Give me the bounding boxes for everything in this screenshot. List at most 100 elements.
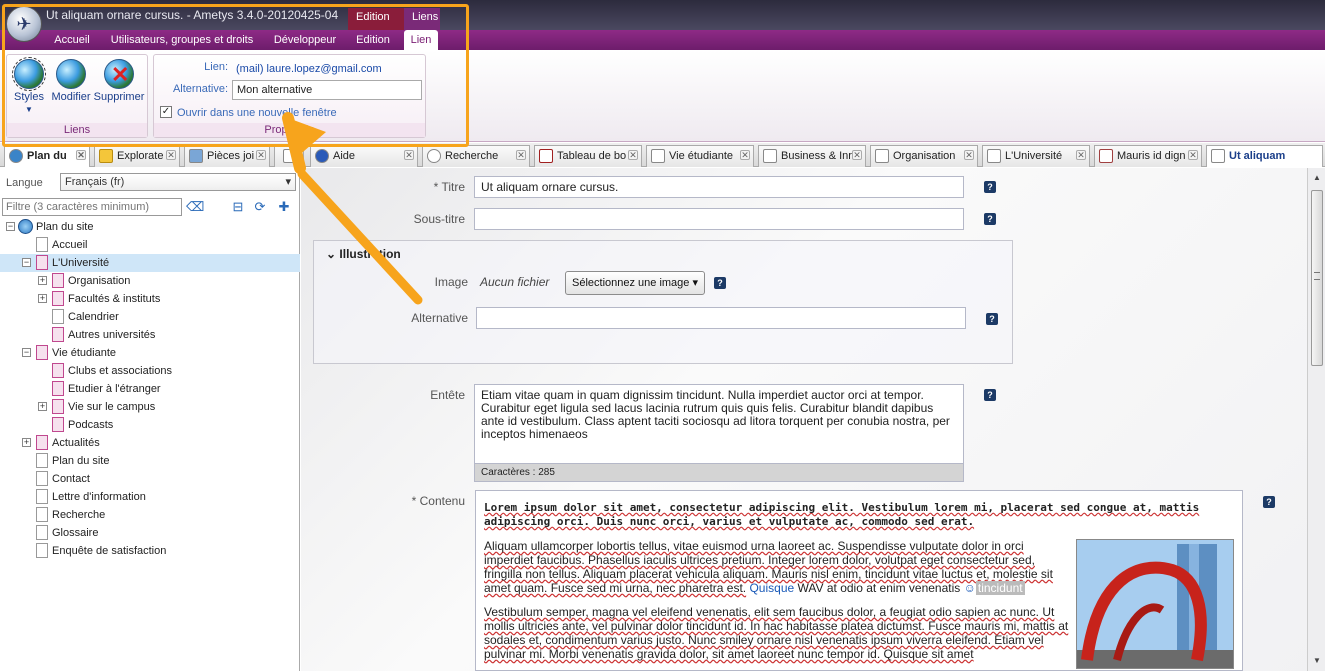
collapse-icon[interactable]: −: [6, 222, 15, 231]
close-icon[interactable]: ✕: [740, 150, 750, 160]
tree-node-organisation[interactable]: + Organisation: [0, 272, 300, 290]
help-icon[interactable]: ?: [984, 389, 996, 401]
tab-utilisateurs[interactable]: Utilisateurs, groupes et droits: [104, 30, 260, 50]
content-form: * Titre ? Sous-titre ? ⌄ Illustration Im…: [301, 168, 1325, 671]
refresh-icon[interactable]: ⟳: [252, 199, 268, 215]
doc-tab-aide[interactable]: Aide ✕: [310, 145, 418, 167]
link-label: Lien:: [204, 61, 228, 73]
sitemap-panel: Langue Français (fr) ⌫ ⊟ ⟳ ✚ − Plan du s…: [0, 168, 300, 671]
select-image-button[interactable]: Sélectionnez une image ▾: [565, 271, 706, 295]
tree-node-calendrier[interactable]: Calendrier: [0, 308, 300, 326]
tree-node-recherche[interactable]: Recherche: [0, 506, 300, 524]
close-icon[interactable]: ✕: [166, 150, 176, 160]
expand-icon[interactable]: +: [38, 294, 47, 303]
clear-filter-icon[interactable]: ⌫: [186, 199, 204, 215]
site-globe-icon: [18, 219, 33, 234]
close-icon[interactable]: ✕: [256, 150, 266, 160]
tree-node-autres-universites[interactable]: Autres universités: [0, 326, 300, 344]
tree-node-vie-etudiante[interactable]: − Vie étudiante: [0, 344, 300, 362]
tree-node-contact[interactable]: Contact: [0, 470, 300, 488]
help-icon[interactable]: ?: [984, 181, 996, 193]
supprimer-button[interactable]: Supprimer: [93, 59, 145, 103]
entete-char-counter: Caractères : 285: [474, 464, 964, 482]
content-image[interactable]: [1076, 539, 1234, 669]
close-icon[interactable]: ✕: [76, 150, 86, 160]
expand-icon[interactable]: +: [38, 402, 47, 411]
image-value: Aucun fichier: [480, 275, 550, 289]
new-window-label: Ouvrir dans une nouvelle fenêtre: [177, 107, 337, 119]
soustitre-input[interactable]: [474, 208, 964, 230]
scroll-up-icon[interactable]: ▲: [1308, 170, 1325, 186]
tree-node-facultes[interactable]: + Facultés & instituts: [0, 290, 300, 308]
collapse-icon[interactable]: −: [22, 348, 31, 357]
modifier-button[interactable]: Modifier: [45, 59, 97, 103]
language-select[interactable]: Français (fr): [60, 173, 296, 191]
close-icon[interactable]: ✕: [1188, 150, 1198, 160]
titre-input[interactable]: [474, 176, 964, 198]
tree-node-plan-du-site-page[interactable]: Plan du site: [0, 452, 300, 470]
sculpture-photo-icon: [1077, 540, 1233, 668]
link-value: (mail) laure.lopez@gmail.com: [236, 63, 382, 75]
image-alternative-input[interactable]: [476, 307, 966, 329]
help-icon[interactable]: ?: [714, 277, 726, 289]
close-icon[interactable]: ✕: [628, 150, 638, 160]
doc-tab-print[interactable]: [274, 145, 304, 167]
close-icon[interactable]: ✕: [964, 150, 974, 160]
tree-node-enquete[interactable]: Enquête de satisfaction: [0, 542, 300, 560]
entete-textarea[interactable]: Etiam vitae quam in quam dignissim tinci…: [474, 384, 964, 464]
tree-node-podcasts[interactable]: Podcasts: [0, 416, 300, 434]
tree-node-vie-campus[interactable]: + Vie sur le campus: [0, 398, 300, 416]
doc-tab-plan-du-site[interactable]: Plan du ✕: [4, 145, 90, 167]
tree-node-accueil[interactable]: Accueil: [0, 236, 300, 254]
tree-node-etudier-etranger[interactable]: Etudier à l'étranger: [0, 380, 300, 398]
doc-tab-recherche[interactable]: Recherche ✕: [422, 145, 530, 167]
help-icon[interactable]: ?: [984, 213, 996, 225]
tab-lien[interactable]: Lien: [404, 30, 438, 50]
close-icon[interactable]: ✕: [852, 150, 862, 160]
close-icon[interactable]: ✕: [404, 150, 414, 160]
vertical-scrollbar[interactable]: ▲ ▼: [1307, 168, 1325, 671]
app-logo-icon[interactable]: ✈: [6, 6, 42, 42]
tab-accueil[interactable]: Accueil: [48, 30, 96, 50]
tree-node-lettre-information[interactable]: Lettre d'information: [0, 488, 300, 506]
doc-tab-mauris[interactable]: Mauris id dign ✕: [1094, 145, 1202, 167]
globe-edit-icon: [56, 59, 86, 89]
expand-icon[interactable]: +: [38, 276, 47, 285]
page-icon: [52, 363, 64, 378]
plugin-icon[interactable]: ✚: [276, 199, 292, 215]
tree-node-plan-du-site[interactable]: − Plan du site: [0, 218, 300, 236]
doc-tab-tableau-de-bord[interactable]: Tableau de bo ✕: [534, 145, 642, 167]
tree-node-universite[interactable]: − L'Université: [0, 254, 300, 272]
page-icon: [763, 149, 777, 163]
tree-node-actualites[interactable]: + Actualités: [0, 434, 300, 452]
doc-tab-ut-aliquam[interactable]: Ut aliquam: [1206, 145, 1323, 167]
doc-tab-universite[interactable]: L'Université ✕: [982, 145, 1090, 167]
doc-tab-business[interactable]: Business & Inr ✕: [758, 145, 866, 167]
doc-tab-vie-etudiante[interactable]: Vie étudiante ✕: [646, 145, 754, 167]
help-icon[interactable]: ?: [986, 313, 998, 325]
selected-link-text[interactable]: tincidunt: [975, 581, 1025, 595]
page-icon: [36, 237, 48, 252]
expand-icon[interactable]: +: [22, 438, 31, 447]
close-icon[interactable]: ✕: [516, 150, 526, 160]
tab-developpeur[interactable]: Développeur: [268, 30, 342, 50]
alternative-input[interactable]: [232, 80, 422, 100]
help-icon[interactable]: ?: [1263, 496, 1275, 508]
scroll-down-icon[interactable]: ▼: [1308, 653, 1325, 669]
filter-input[interactable]: [2, 198, 182, 216]
illustration-toggle[interactable]: ⌄ Illustration: [326, 247, 401, 261]
context-tab-liens[interactable]: Liens: [404, 8, 440, 30]
rich-text-editor[interactable]: Lorem ipsum dolor sit amet, consectetur …: [475, 490, 1243, 671]
tree-node-glossaire[interactable]: Glossaire: [0, 524, 300, 542]
doc-tab-organisation[interactable]: Organisation ✕: [870, 145, 978, 167]
tree-node-clubs[interactable]: Clubs et associations: [0, 362, 300, 380]
context-tab-edition[interactable]: Edition: [348, 8, 404, 30]
new-window-checkbox[interactable]: ✓: [160, 106, 172, 118]
doc-tab-pieces-jointes[interactable]: Pièces joi ✕: [184, 145, 270, 167]
doc-tab-explorateur[interactable]: Explorate ✕: [94, 145, 180, 167]
close-icon[interactable]: ✕: [1076, 150, 1086, 160]
collapse-all-icon[interactable]: ⊟: [230, 199, 246, 215]
tab-edition[interactable]: Edition: [350, 30, 396, 50]
collapse-icon[interactable]: −: [22, 258, 31, 267]
content-link[interactable]: Quisque: [749, 581, 794, 595]
